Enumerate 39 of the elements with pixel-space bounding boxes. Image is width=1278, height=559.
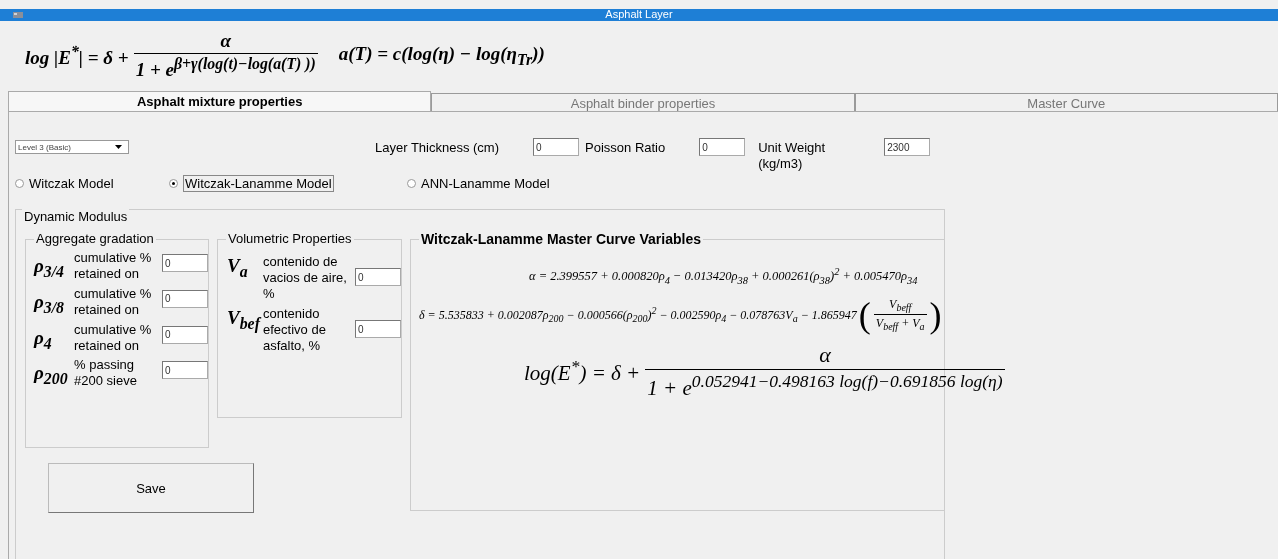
symbol-label: ρ$_{4}$ (34, 325, 53, 354)
save-button[interactable]: Save (48, 463, 254, 513)
input-field[interactable]: 0 (699, 138, 746, 156)
symbol-label: ρ$_{200}$ (34, 361, 69, 390)
group-title: Aggregate gradation (34, 231, 156, 247)
tab[interactable]: Asphalt binder properties (431, 93, 855, 111)
formula: α = 2.399557 + 0.000820ρ$_{4}$ − 0.013420ρ$_{38}$ + 0.000261(ρ$_{38}$)$^{2}$ + 0.005470ρ$_{34}$ (529, 266, 919, 286)
symbol-label: ρ$_{3/8}$ (34, 289, 66, 318)
field-label: Layer Thickness (cm) (375, 140, 499, 156)
input-field[interactable]: 0 (162, 361, 208, 380)
group-title: Dynamic Modulus (22, 209, 130, 225)
symbol-label: V$_{bef}$ (227, 306, 263, 335)
level-dropdown[interactable]: Level 3 (Basic) (15, 140, 129, 154)
field-label: cumulative % retained on (74, 321, 153, 354)
symbol-label: V$_{a}$ (227, 254, 249, 282)
input-field[interactable]: 0 (162, 325, 208, 344)
tab[interactable]: Asphalt mixture properties (8, 91, 432, 111)
tab[interactable]: Master Curve (854, 93, 1278, 111)
app-icon (13, 11, 23, 18)
field-label: contenido efectivo de asfalto, % (263, 306, 327, 354)
input-field[interactable]: 0 (355, 320, 401, 338)
caret-icon (115, 145, 122, 149)
group-title: Volumetric Properties (226, 231, 354, 247)
formula: log(E$^{*}$) = δ + α 1 + e$^{0.052941−0.498163 log(f)−0.691856 log(η)}$ (524, 341, 1006, 401)
input-field[interactable]: 2300 (884, 138, 931, 156)
formula: log |E$^{*}$| = δ + α 1 + e$^{β+γ(log(t)−log(a(T) ))}$ (25, 30, 319, 82)
formula: a(T) = c(log(η) − log(η$_{Tr}$)) (338, 43, 546, 69)
symbol-label: ρ$_{3/4}$ (34, 254, 66, 282)
group-title: Witczak-Lanamme Master Curve Variables (419, 231, 703, 247)
field-label: Unit Weight (kg/m3) (758, 140, 827, 172)
input-field[interactable]: 0 (533, 138, 579, 156)
input-field[interactable]: 0 (355, 268, 401, 286)
input-field[interactable]: 0 (162, 254, 208, 272)
radio-button[interactable]: Witczak Model (15, 175, 169, 191)
input-field[interactable]: 0 (162, 289, 208, 308)
window-title: Asphalt Layer (605, 8, 673, 22)
radio-button[interactable]: ANN-Lanamme Model (407, 175, 550, 191)
field-label: Poisson Ratio (585, 140, 666, 156)
field-label: % passing #200 sieve (74, 357, 138, 390)
